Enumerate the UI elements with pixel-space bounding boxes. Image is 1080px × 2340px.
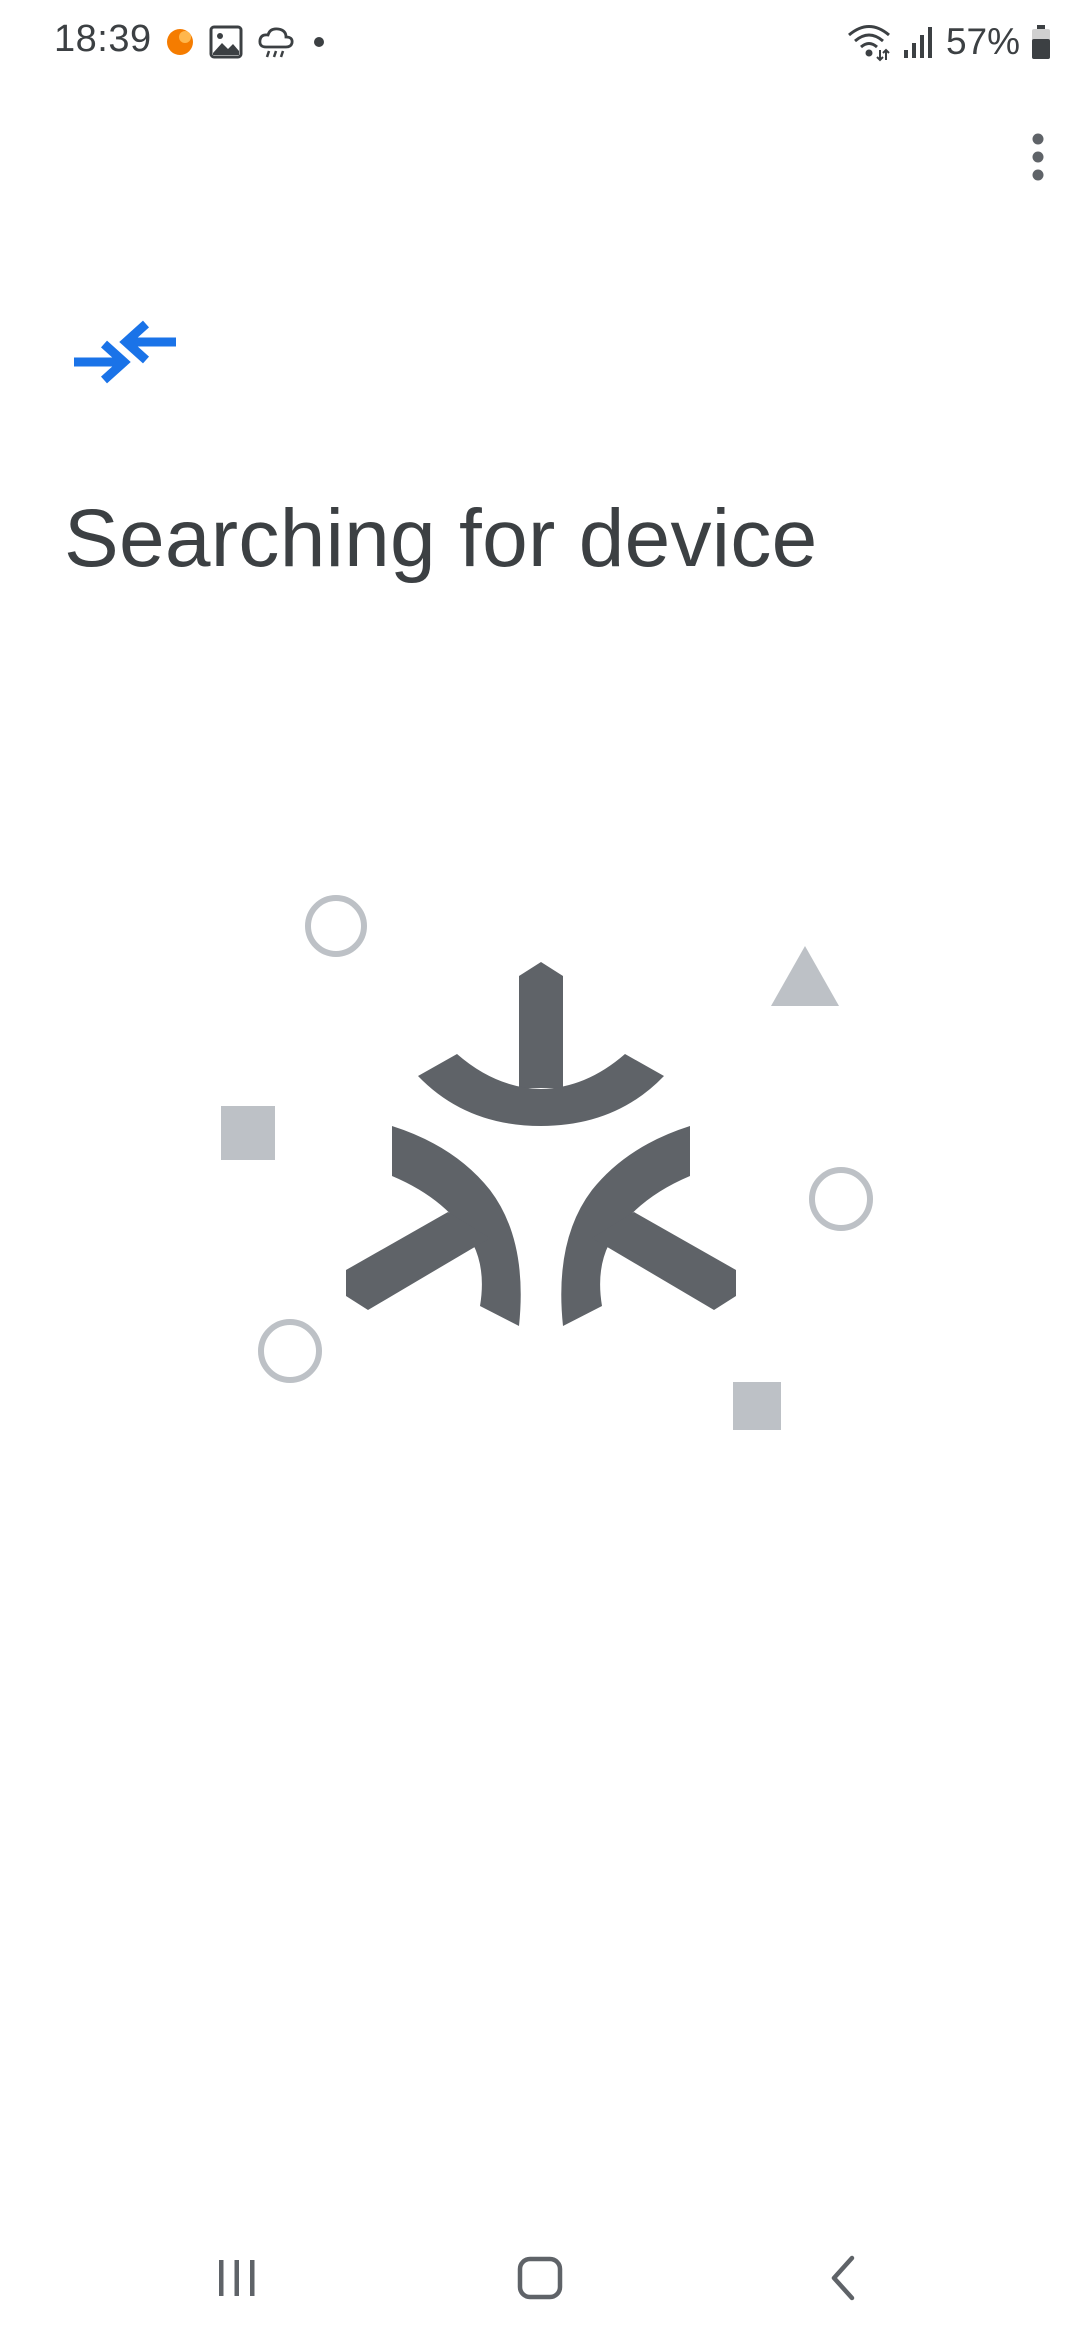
status-icons-left — [165, 22, 329, 62]
image-icon — [209, 25, 243, 59]
more-options-button[interactable] — [1010, 124, 1066, 190]
cloud-rain-icon — [258, 27, 294, 58]
square-icon — [733, 1382, 781, 1430]
page-title: Searching for device — [64, 493, 818, 584]
navigation-bar — [0, 2220, 1080, 2340]
dot-icon — [314, 37, 324, 47]
back-icon — [831, 2255, 855, 2301]
circle-icon — [809, 1167, 873, 1231]
square-icon — [221, 1106, 275, 1160]
circle-icon — [258, 1319, 322, 1383]
signal-icon — [903, 27, 932, 58]
recent-apps-button[interactable] — [182, 2238, 292, 2318]
header-icon-container — [70, 316, 180, 400]
home-icon — [517, 2256, 563, 2300]
status-icons-right: 57% — [846, 20, 1052, 64]
recent-apps-icon — [219, 2260, 255, 2296]
battery-percent: 57% — [945, 21, 1020, 62]
notification-dot-orange-icon — [167, 29, 193, 55]
circle-icon — [305, 895, 367, 957]
triangle-icon — [771, 946, 839, 1006]
back-button[interactable] — [788, 2238, 898, 2318]
searching-illustration — [200, 870, 900, 1450]
battery-icon — [1032, 25, 1050, 59]
status-bar: 18:39 57% — [0, 0, 1080, 84]
connect-arrows-icon — [74, 320, 176, 384]
home-button[interactable] — [485, 2238, 595, 2318]
more-vert-icon — [1032, 133, 1044, 181]
status-time: 18:39 — [54, 18, 152, 60]
matter-logo-icon — [346, 962, 736, 1326]
wifi-icon — [847, 25, 890, 62]
